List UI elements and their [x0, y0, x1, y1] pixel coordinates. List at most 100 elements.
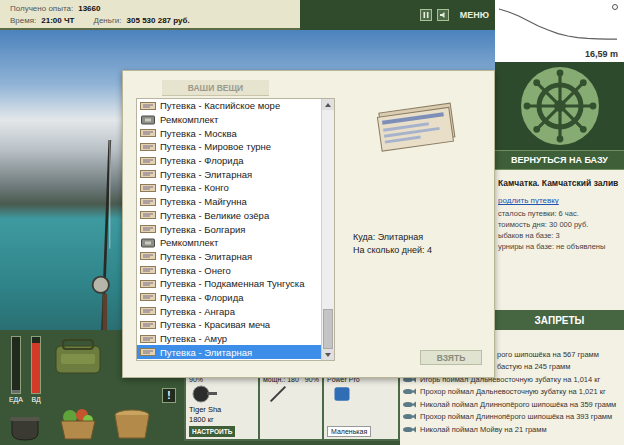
- bucket-icon[interactable]: [112, 407, 152, 441]
- float-marker-icon: [613, 5, 618, 10]
- gauge: ЕДА: [9, 336, 23, 403]
- extend-ticket-link[interactable]: родлить путевку: [498, 196, 621, 205]
- location-title: Камчатка. Камчатский залив: [498, 178, 621, 188]
- inventory-header: ВАШИ ВЕЩИ: [162, 80, 269, 96]
- exp-label: Получено опыта:: [10, 4, 73, 13]
- repair-kit-icon: [140, 238, 156, 248]
- rod-part-icon: [263, 384, 293, 404]
- ticket-icon: [140, 128, 156, 138]
- line-name: Tiger Sha: [189, 405, 221, 414]
- inventory-dialog: ВАШИ ВЕЩИПутевка - Каспийское мореРемком…: [122, 70, 495, 378]
- alert-badge[interactable]: !: [162, 388, 175, 403]
- ticket-days: На сколько дней: 4: [353, 245, 432, 255]
- fish-icon: [402, 388, 416, 395]
- repair-kit-icon: [140, 115, 156, 125]
- ticket-icon: [140, 197, 156, 207]
- inventory-item[interactable]: Ремкомплект: [137, 113, 321, 127]
- top-bar: Получено опыта:13660Время:21:00 ЧТДеньги…: [0, 0, 495, 30]
- gauge-fill: [12, 390, 20, 393]
- ticket-picture-icon: [375, 98, 459, 154]
- inventory-item[interactable]: Путевка - Элитарная: [137, 250, 321, 264]
- ticket-icon: [140, 320, 156, 330]
- ticket-icon: [140, 347, 156, 357]
- scroll-thumb[interactable]: [323, 309, 333, 349]
- inventory-item[interactable]: Путевка - Элитарная: [137, 345, 321, 359]
- power-slot[interactable]: мощн.: 18090%: [260, 374, 322, 439]
- gauge-track: [31, 336, 41, 394]
- inventory-item[interactable]: Путевка - Флорида: [137, 291, 321, 305]
- spool-icon: [327, 384, 357, 404]
- location-line: тоимость дня: 30 000 руб.: [498, 220, 621, 229]
- game-screen: Получено опыта:13660Время:21:00 ЧТДеньги…: [0, 0, 624, 445]
- menu-button[interactable]: МЕНЮ: [460, 10, 489, 20]
- inventory-item[interactable]: Путевка - Амур: [137, 332, 321, 346]
- inventory-item[interactable]: Путевка - Болгария: [137, 222, 321, 236]
- ticket-icon: [140, 265, 156, 275]
- pause-icon[interactable]: [420, 9, 432, 21]
- inventory-item[interactable]: Путевка - Флорида: [137, 154, 321, 168]
- location-line: урниры на базе: не объявлены: [498, 242, 621, 251]
- inventory-list: Путевка - Каспийское мореРемкомплектПуте…: [136, 98, 335, 361]
- inventory-item[interactable]: Путевка - Мировое турне: [137, 140, 321, 154]
- ticket-destination: Куда: Элитарная: [353, 232, 432, 242]
- ticket-icon: [140, 334, 156, 344]
- inventory-item[interactable]: Путевка - Красивая меча: [137, 318, 321, 332]
- ticket-icon: [140, 142, 156, 152]
- inventory-item[interactable]: Путевка - Москва: [137, 126, 321, 140]
- gauge-track: [11, 336, 21, 394]
- return-to-base-button[interactable]: ВЕРНУТЬСЯ НА БАЗУ: [495, 150, 624, 170]
- ticket-icon: [140, 169, 156, 179]
- location-line: сталось путевки: 6 час.: [498, 209, 621, 218]
- vegetable-basket-icon[interactable]: [58, 407, 98, 441]
- money-value: 305 530 287 руб.: [127, 16, 190, 25]
- inventory-item[interactable]: Путевка - Конго: [137, 181, 321, 195]
- inventory-item[interactable]: Путевка - Онего: [137, 263, 321, 277]
- tackle-bag-icon[interactable]: [53, 336, 103, 376]
- time-label: Время:: [10, 16, 36, 25]
- inventory-item[interactable]: Путевка - Ангара: [137, 304, 321, 318]
- catch-log-line: Прохор поймал Длиннопёрого шипошёка на 3…: [402, 411, 620, 424]
- gauge: ВД: [31, 336, 41, 403]
- inventory-item[interactable]: Ремкомплект: [137, 236, 321, 250]
- ticket-icon: [140, 224, 156, 234]
- inventory-item[interactable]: Путевка - Подкаменная Тунгуска: [137, 277, 321, 291]
- gauge-label: ВД: [31, 396, 40, 403]
- setup-button[interactable]: НАСТРОИТЬ: [189, 426, 235, 437]
- time-value: 21:00 ЧТ: [41, 16, 74, 25]
- inventory-item[interactable]: Путевка - Элитарная: [137, 167, 321, 181]
- line-slot[interactable]: 90%Tiger Sha1800 кгНАСТРОИТЬ: [186, 374, 258, 439]
- ticket-icon: [140, 292, 156, 302]
- ticket-icon: [140, 156, 156, 166]
- cooking-pot-icon[interactable]: [8, 411, 42, 441]
- scroll-down-icon[interactable]: [322, 349, 334, 360]
- ticket-icon: [140, 279, 156, 289]
- exp-value: 13660: [78, 4, 100, 13]
- catch-log-line: Николай поймал Мойву на 21 грамм: [402, 423, 620, 436]
- depth-chart: 16,59 m: [495, 0, 624, 62]
- fish-icon: [402, 426, 416, 433]
- sound-icon[interactable]: [437, 9, 449, 21]
- inventory-item[interactable]: Путевка - Майгунна: [137, 195, 321, 209]
- gauge-label: ЕДА: [9, 396, 23, 403]
- location-line: ыбаков на базе: 3: [498, 231, 621, 240]
- ticket-icon: [140, 210, 156, 220]
- ticket-icon: [140, 306, 156, 316]
- status-panel: Получено опыта:13660Время:21:00 ЧТДеньги…: [0, 0, 300, 30]
- inventory-item[interactable]: Путевка - Великие озёра: [137, 209, 321, 223]
- bans-header[interactable]: ЗАПРЕТЫ: [495, 310, 624, 330]
- ticket-icon: [140, 183, 156, 193]
- catch-log-line: Прохор поймал Дальневосточную зубатку на…: [402, 386, 620, 399]
- fish-icon: [402, 401, 416, 408]
- ship-wheel-icon[interactable]: [520, 66, 600, 146]
- scroll-up-icon[interactable]: [322, 99, 334, 110]
- helm-area: [495, 62, 624, 150]
- bait-slot[interactable]: Power ProМаленькая: [324, 374, 398, 439]
- take-button[interactable]: ВЗЯТЬ: [420, 350, 482, 365]
- depth-reading: 16,59 m: [585, 49, 618, 59]
- reel-icon: [189, 384, 219, 404]
- ticket-icon: [140, 101, 156, 111]
- gauge-fill: [32, 343, 40, 393]
- inventory-item[interactable]: Путевка - Каспийское море: [137, 99, 321, 113]
- depth-series: [499, 9, 617, 39]
- list-scrollbar[interactable]: [321, 99, 334, 360]
